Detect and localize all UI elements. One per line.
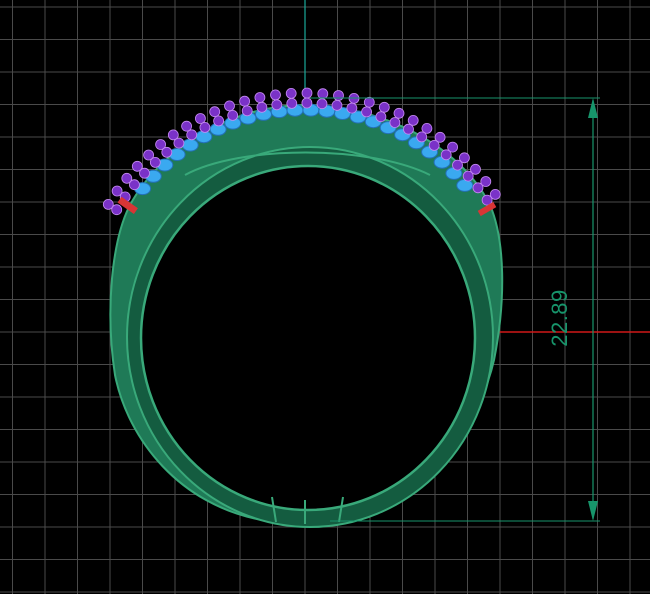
stone: [128, 179, 140, 191]
stone: [254, 92, 266, 103]
stone: [186, 129, 198, 141]
stone: [161, 146, 173, 158]
stone: [199, 122, 211, 133]
stone: [333, 90, 344, 101]
stone: [389, 117, 401, 128]
stone: [213, 115, 225, 127]
stone: [407, 115, 419, 126]
stone: [209, 106, 221, 118]
stone: [194, 113, 206, 124]
stone: [378, 101, 390, 113]
ring-inner-hole: [139, 164, 477, 512]
stone: [224, 100, 235, 112]
ring-model[interactable]: [102, 87, 504, 528]
setting-seat: [181, 138, 199, 152]
stone: [139, 167, 150, 179]
stone: [403, 123, 414, 135]
stone: [428, 139, 440, 151]
stone: [301, 87, 313, 99]
stone: [331, 100, 343, 111]
stone: [316, 98, 328, 110]
stone: [472, 182, 484, 194]
stone: [173, 137, 185, 149]
stone: [271, 99, 283, 111]
stone: [227, 110, 239, 121]
stone: [361, 106, 373, 118]
stone: [149, 156, 161, 168]
stone: [452, 159, 463, 171]
stone: [111, 204, 123, 216]
stone: [256, 101, 268, 113]
stone: [375, 111, 387, 123]
stone: [462, 170, 474, 182]
stone: [241, 105, 253, 117]
stone: [393, 107, 405, 119]
stone: [440, 149, 452, 161]
stone: [301, 97, 313, 109]
stone: [239, 95, 251, 107]
stone: [286, 98, 298, 109]
stone: [363, 96, 375, 108]
setting-seat: [456, 178, 474, 192]
dimension-value: 22.89: [547, 289, 572, 347]
stone: [285, 88, 297, 99]
stone: [270, 89, 281, 101]
stone: [416, 131, 428, 143]
stone: [346, 102, 358, 114]
stone: [317, 88, 329, 100]
